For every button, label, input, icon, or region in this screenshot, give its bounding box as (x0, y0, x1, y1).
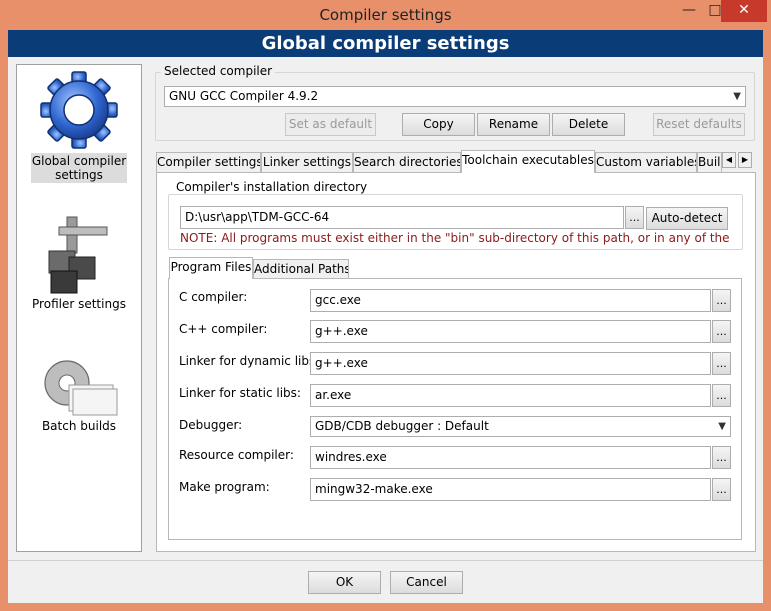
tab-build[interactable]: Build (697, 152, 722, 172)
cancel-button[interactable]: Cancel (390, 571, 463, 594)
minimize-button[interactable]: — (676, 0, 702, 22)
debugger-select-value: GDB/CDB debugger : Default (315, 419, 489, 433)
auto-detect-button[interactable]: Auto-detect (646, 207, 728, 230)
linker-static-input[interactable]: ar.exe (310, 384, 711, 407)
linker-static-label: Linker for static libs: (179, 386, 301, 400)
tab-scroll-left-icon[interactable]: ◀ (722, 152, 736, 168)
browse-linker-dynamic-button[interactable]: ... (712, 352, 731, 375)
gear-icon (40, 71, 118, 149)
page-title: Global compiler settings (8, 30, 763, 57)
reset-defaults-button[interactable]: Reset defaults (653, 113, 745, 136)
tab-toolchain-executables[interactable]: Toolchain executables (461, 150, 595, 173)
cpp-compiler-input[interactable]: g++.exe (310, 320, 711, 343)
tab-additional-paths[interactable]: Additional Paths (253, 259, 349, 279)
c-compiler-input[interactable]: gcc.exe (310, 289, 711, 312)
chevron-down-icon: ▼ (718, 421, 726, 432)
footer-divider (8, 560, 763, 561)
sidebar-item-global-compiler-settings[interactable]: Global compiler settings (17, 67, 141, 183)
browse-installation-dir-button[interactable]: ... (625, 206, 644, 229)
installation-note: NOTE: All programs must exist either in … (180, 231, 730, 245)
linker-dynamic-label: Linker for dynamic libs: (179, 354, 320, 368)
browse-make-program-button[interactable]: ... (712, 478, 731, 501)
tab-program-files[interactable]: Program Files (169, 257, 253, 279)
tab-compiler-settings[interactable]: Compiler settings (156, 152, 261, 172)
sidebar-item-label: Global compiler settings (31, 153, 127, 183)
close-button[interactable]: ✕ (721, 0, 767, 22)
sidebar-item-profiler-settings[interactable]: Profiler settings (17, 213, 141, 311)
browse-cpp-compiler-button[interactable]: ... (712, 320, 731, 343)
settings-sidebar: Global compiler settings Profiler settin… (16, 64, 142, 552)
c-compiler-label: C compiler: (179, 290, 248, 304)
profiler-icon (48, 216, 108, 294)
make-program-input[interactable]: mingw32-make.exe (310, 478, 711, 501)
tab-search-directories[interactable]: Search directories (353, 152, 461, 172)
installation-dir-input[interactable]: D:\usr\app\TDM-GCC-64 (180, 206, 624, 229)
title-bar[interactable]: Compiler settings — □ ✕ (0, 0, 771, 30)
make-program-label: Make program: (179, 480, 270, 494)
installation-dir-label: Compiler's installation directory (173, 180, 371, 194)
compiler-settings-window: Compiler settings — □ ✕ Global compiler … (0, 0, 771, 611)
sidebar-item-label: Batch builds (41, 419, 117, 433)
cpp-compiler-label: C++ compiler: (179, 322, 268, 336)
compiler-select[interactable]: GNU GCC Compiler 4.9.2 ▼ (164, 86, 746, 107)
delete-button[interactable]: Delete (552, 113, 625, 136)
browse-resource-compiler-button[interactable]: ... (712, 446, 731, 469)
selected-compiler-label: Selected compiler (161, 64, 276, 78)
dialog-client-area: Global compiler settings Global compiler… (8, 30, 763, 603)
compiler-select-value: GNU GCC Compiler 4.9.2 (169, 89, 319, 103)
debugger-select[interactable]: GDB/CDB debugger : Default ▼ (310, 416, 731, 437)
settings-tab-bar: Compiler settings Linker settings Search… (156, 150, 756, 173)
tab-linker-settings[interactable]: Linker settings (261, 152, 353, 172)
debugger-label: Debugger: (179, 418, 243, 432)
browse-c-compiler-button[interactable]: ... (712, 289, 731, 312)
copy-button[interactable]: Copy (402, 113, 475, 136)
batch-builds-icon (44, 360, 118, 416)
sidebar-item-batch-builds[interactable]: Batch builds (17, 353, 141, 433)
ok-button[interactable]: OK (308, 571, 381, 594)
browse-linker-static-button[interactable]: ... (712, 384, 731, 407)
window-title: Compiler settings (319, 6, 452, 24)
chevron-down-icon: ▼ (733, 91, 741, 102)
sidebar-item-label: Profiler settings (32, 297, 126, 311)
resource-compiler-input[interactable]: windres.exe (310, 446, 711, 469)
set-as-default-button[interactable]: Set as default (285, 113, 376, 136)
resource-compiler-label: Resource compiler: (179, 448, 294, 462)
linker-dynamic-input[interactable]: g++.exe (310, 352, 711, 375)
tab-scroll-right-icon[interactable]: ▶ (738, 152, 752, 168)
rename-button[interactable]: Rename (477, 113, 550, 136)
tab-custom-variables[interactable]: Custom variables (595, 152, 697, 172)
